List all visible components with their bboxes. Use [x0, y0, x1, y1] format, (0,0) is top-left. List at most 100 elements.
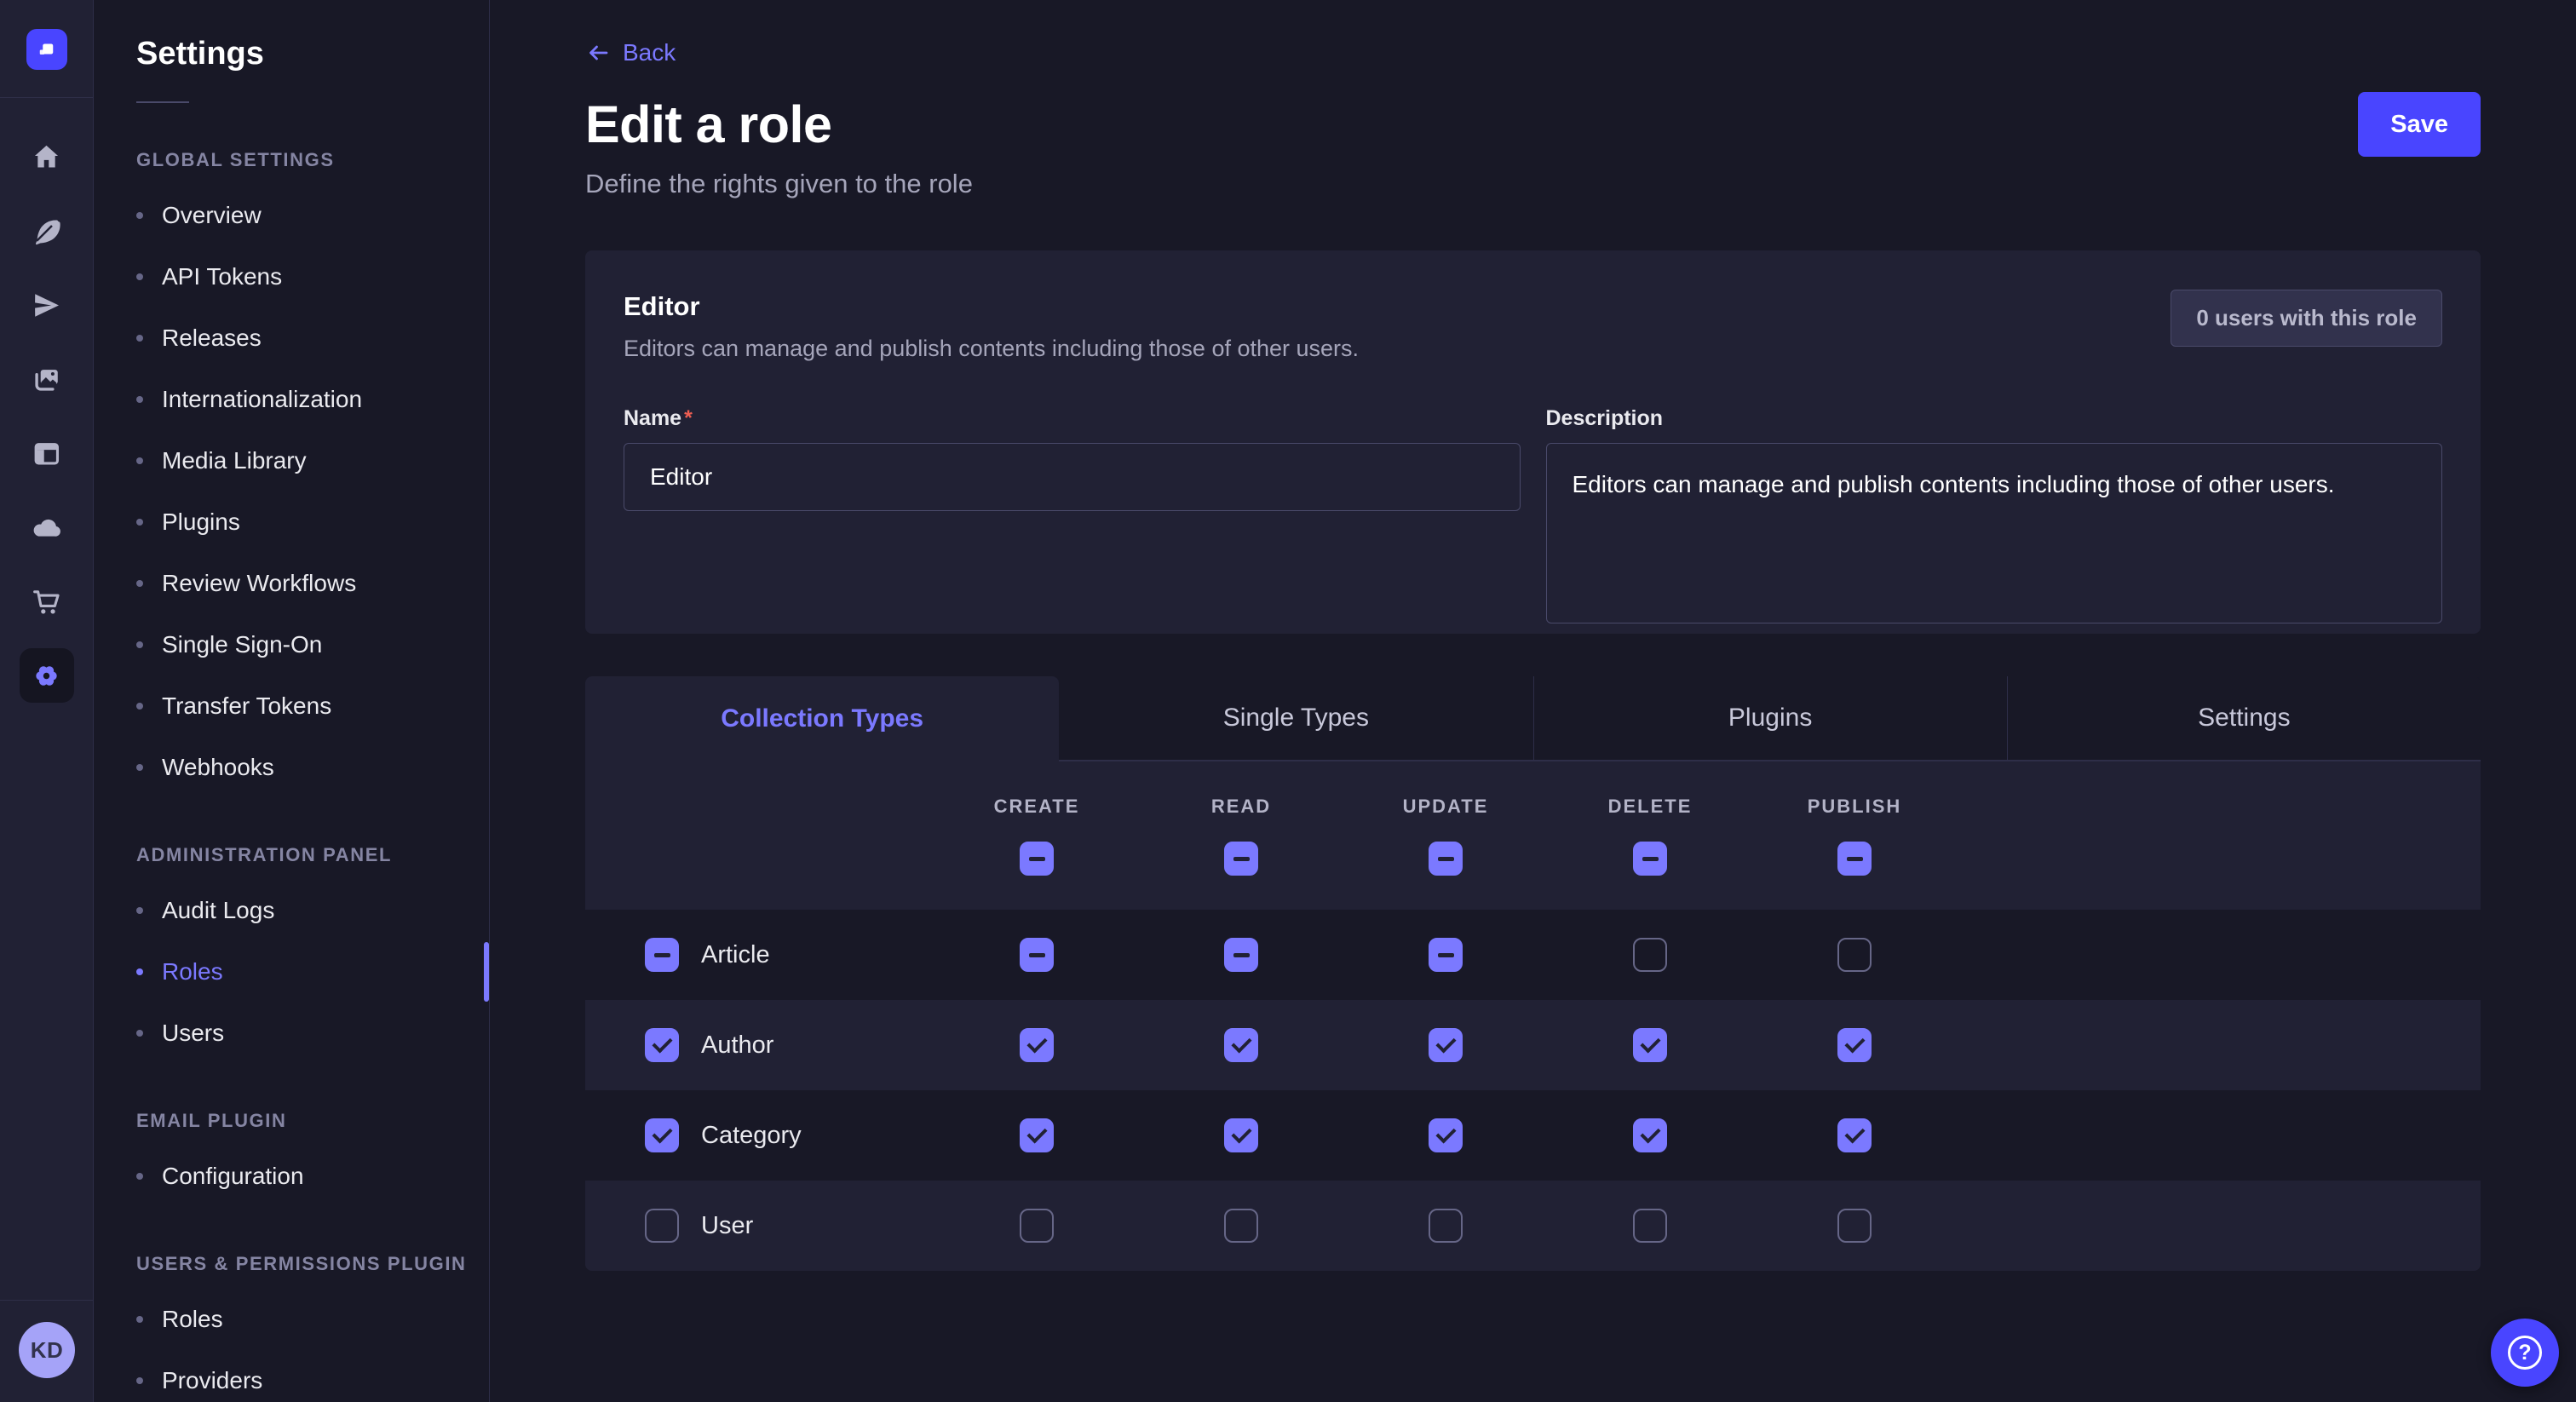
strapi-logo-icon[interactable] [26, 29, 67, 70]
subnav-item-providers[interactable]: Providers [94, 1350, 489, 1402]
save-button[interactable]: Save [2358, 92, 2481, 157]
checkbox-user-publish[interactable] [1837, 1209, 1872, 1243]
checkbox-all-delete[interactable] [1633, 842, 1667, 876]
role-name-heading: Editor [624, 291, 2442, 322]
checkbox-article-update[interactable] [1429, 938, 1463, 972]
subnav-item-configuration[interactable]: Configuration [94, 1146, 489, 1207]
subnav-item-internationalization[interactable]: Internationalization [94, 369, 489, 430]
checkbox-category-read[interactable] [1224, 1118, 1258, 1152]
section-label: USERS & PERMISSIONS PLUGIN [94, 1253, 489, 1275]
checkbox-article-create[interactable] [1020, 938, 1054, 972]
bullet-icon [136, 273, 143, 280]
checkbox-category-all[interactable] [645, 1118, 679, 1152]
table-row-category: Category [585, 1090, 2481, 1181]
bullet-icon [136, 907, 143, 914]
permissions-tabbar: Collection Types Single Types Plugins Se… [585, 676, 2481, 761]
content-builder-feather-icon[interactable] [20, 204, 74, 258]
checkbox-user-all[interactable] [645, 1209, 679, 1243]
section-label: GLOBAL SETTINGS [94, 149, 489, 171]
checkbox-user-update[interactable] [1429, 1209, 1463, 1243]
back-arrow-icon [585, 40, 611, 66]
cloud-icon[interactable] [20, 500, 74, 554]
section-label: ADMINISTRATION PANEL [94, 844, 489, 866]
subnav-item-audit-logs[interactable]: Audit Logs [94, 880, 489, 941]
subnav-item-review-workflows[interactable]: Review Workflows [94, 553, 489, 614]
users-with-role-button[interactable]: 0 users with this role [2171, 290, 2442, 347]
section-label: EMAIL PLUGIN [94, 1110, 489, 1132]
back-label: Back [623, 39, 676, 66]
section-global-settings: GLOBAL SETTINGS Overview API Tokens Rele… [94, 149, 489, 798]
tab-single-types[interactable]: Single Types [1059, 676, 1532, 761]
checkbox-user-create[interactable] [1020, 1209, 1054, 1243]
checkbox-author-delete[interactable] [1633, 1028, 1667, 1062]
tab-settings[interactable]: Settings [2007, 676, 2481, 761]
bullet-icon [136, 703, 143, 710]
checkbox-user-read[interactable] [1224, 1209, 1258, 1243]
back-link[interactable]: Back [585, 39, 676, 66]
checkbox-article-all[interactable] [645, 938, 679, 972]
checkbox-category-publish[interactable] [1837, 1118, 1872, 1152]
subnav-item-users[interactable]: Users [94, 1003, 489, 1064]
bullet-icon [136, 457, 143, 464]
subnav-item-roles-admin[interactable]: Roles [94, 941, 489, 1003]
row-label: User [701, 1212, 753, 1240]
column-create: CREATE [934, 796, 1139, 876]
name-field-group: Name* [624, 406, 1521, 628]
bullet-icon [136, 764, 143, 771]
permissions-header-row: CREATE READ UPDATE DELETE PUBLISH [585, 761, 2481, 910]
checkbox-article-read[interactable] [1224, 938, 1258, 972]
bullet-icon [136, 968, 143, 975]
subnav-item-roles-up[interactable]: Roles [94, 1289, 489, 1350]
settings-gear-icon[interactable] [20, 648, 74, 703]
checkbox-all-publish[interactable] [1837, 842, 1872, 876]
main-nav-rail: KD [0, 0, 94, 1402]
subnav-item-single-sign-on[interactable]: Single Sign-On [94, 614, 489, 675]
subnav-item-api-tokens[interactable]: API Tokens [94, 246, 489, 307]
rail-bottom-divider [0, 1300, 94, 1301]
checkbox-author-update[interactable] [1429, 1028, 1463, 1062]
subnav-item-plugins[interactable]: Plugins [94, 491, 489, 553]
bullet-icon [136, 335, 143, 342]
subnav-item-media-library[interactable]: Media Library [94, 430, 489, 491]
column-delete: DELETE [1548, 796, 1752, 876]
checkbox-all-update[interactable] [1429, 842, 1463, 876]
marketplace-cart-icon[interactable] [20, 574, 74, 629]
checkbox-category-update[interactable] [1429, 1118, 1463, 1152]
home-icon[interactable] [20, 129, 74, 184]
tab-plugins[interactable]: Plugins [1533, 676, 2007, 761]
checkbox-category-delete[interactable] [1633, 1118, 1667, 1152]
section-users-permissions-plugin: USERS & PERMISSIONS PLUGIN Roles Provide… [94, 1253, 489, 1402]
role-description-input[interactable]: Editors can manage and publish contents … [1546, 443, 2443, 623]
subnav-item-transfer-tokens[interactable]: Transfer Tokens [94, 675, 489, 737]
table-row-article: Article [585, 910, 2481, 1000]
send-plane-icon[interactable] [20, 278, 74, 332]
checkbox-author-read[interactable] [1224, 1028, 1258, 1062]
subnav-item-overview[interactable]: Overview [94, 185, 489, 246]
checkbox-author-create[interactable] [1020, 1028, 1054, 1062]
rail-bottom: KD [0, 1300, 94, 1402]
bullet-icon [136, 580, 143, 587]
checkbox-category-create[interactable] [1020, 1118, 1054, 1152]
media-library-icon[interactable] [20, 352, 74, 406]
checkbox-article-delete[interactable] [1633, 938, 1667, 972]
help-button[interactable]: ? [2491, 1319, 2559, 1387]
role-name-input[interactable] [624, 443, 1521, 511]
name-label: Name* [624, 406, 1521, 431]
tab-collection-types[interactable]: Collection Types [585, 676, 1059, 761]
role-description-text: Editors can manage and publish contents … [624, 336, 2442, 362]
checkbox-all-create[interactable] [1020, 842, 1054, 876]
strapi-admin-page: KD Settings GLOBAL SETTINGS Overview API… [0, 0, 2576, 1402]
checkbox-author-publish[interactable] [1837, 1028, 1872, 1062]
column-read: READ [1139, 796, 1343, 876]
checkbox-all-read[interactable] [1224, 842, 1258, 876]
checkbox-user-delete[interactable] [1633, 1209, 1667, 1243]
subnav-title-divider [136, 101, 189, 103]
checkbox-author-all[interactable] [645, 1028, 679, 1062]
checkbox-article-publish[interactable] [1837, 938, 1872, 972]
content-manager-layout-icon[interactable] [20, 426, 74, 480]
subnav-title: Settings [94, 0, 489, 72]
subnav-item-releases[interactable]: Releases [94, 307, 489, 369]
subnav-item-webhooks[interactable]: Webhooks [94, 737, 489, 798]
bullet-icon [136, 396, 143, 403]
user-avatar[interactable]: KD [19, 1322, 75, 1378]
